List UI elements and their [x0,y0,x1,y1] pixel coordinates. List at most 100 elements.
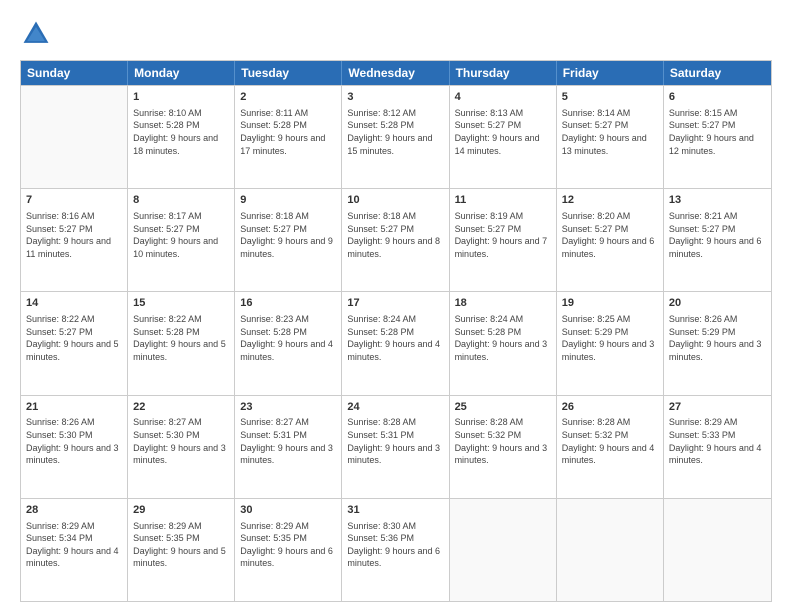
calendar-day-1: 1 Sunrise: 8:10 AM Sunset: 5:28 PM Daylig… [128,86,235,188]
day-info: Sunrise: 8:23 AM Sunset: 5:28 PM Dayligh… [240,313,336,363]
calendar-week-2: 7Sunrise: 8:16 AM Sunset: 5:27 PM Daylig… [21,188,771,291]
day-info: Sunrise: 8:10 AM Sunset: 5:28 PM Dayligh… [133,107,229,157]
day-number: 30 [240,503,336,518]
calendar-day-12: 12 Sunrise: 8:20 AM Sunset: 5:27 PM Dayli… [557,189,664,291]
day-info: Sunrise: 8:22 AM Sunset: 5:27 PM Dayligh… [26,313,122,363]
day-info: Sunrise: 8:28 AM Sunset: 5:32 PM Dayligh… [455,416,551,466]
calendar-day-28: 28 Sunrise: 8:29 AM Sunset: 5:34 PM Dayli… [21,499,128,601]
calendar-day-8: 8 Sunrise: 8:17 AM Sunset: 5:27 PM Daylig… [128,189,235,291]
day-info: Sunrise: 8:29 AM Sunset: 5:33 PM Dayligh… [669,416,766,466]
day-info: Sunrise: 8:26 AM Sunset: 5:30 PM Dayligh… [26,416,122,466]
day-number: 17 [347,296,443,311]
calendar-week-3: 14 Sunrise: 8:22 AM Sunset: 5:27 PM Dayli… [21,291,771,394]
calendar-week-1: 1 Sunrise: 8:10 AM Sunset: 5:28 PM Daylig… [21,85,771,188]
calendar-day-16: 16Sunrise: 8:23 AM Sunset: 5:28 PM Dayli… [235,292,342,394]
calendar-day-26: 26Sunrise: 8:28 AM Sunset: 5:32 PM Dayli… [557,396,664,498]
header [20,18,772,50]
calendar-day-19: 19Sunrise: 8:25 AM Sunset: 5:29 PM Dayli… [557,292,664,394]
calendar-day-11: 11 Sunrise: 8:19 AM Sunset: 5:27 PM Dayli… [450,189,557,291]
day-number: 5 [562,90,658,105]
day-info: Sunrise: 8:30 AM Sunset: 5:36 PM Dayligh… [347,520,443,570]
day-number: 18 [455,296,551,311]
day-number: 21 [26,400,122,415]
day-number: 22 [133,400,229,415]
day-number: 3 [347,90,443,105]
day-info: Sunrise: 8:22 AM Sunset: 5:28 PM Dayligh… [133,313,229,363]
day-number: 4 [455,90,551,105]
calendar-day-3: 3Sunrise: 8:12 AM Sunset: 5:28 PM Daylig… [342,86,449,188]
day-info: Sunrise: 8:29 AM Sunset: 5:35 PM Dayligh… [133,520,229,570]
day-number: 24 [347,400,443,415]
day-number: 6 [669,90,766,105]
day-info: Sunrise: 8:11 AM Sunset: 5:28 PM Dayligh… [240,107,336,157]
calendar-day-2: 2 Sunrise: 8:11 AM Sunset: 5:28 PM Daylig… [235,86,342,188]
day-number: 19 [562,296,658,311]
calendar-day-31: 31 Sunrise: 8:30 AM Sunset: 5:36 PM Dayli… [342,499,449,601]
header-day-thursday: Thursday [450,61,557,85]
logo [20,18,56,50]
calendar-day-10: 10 Sunrise: 8:18 AM Sunset: 5:27 PM Dayli… [342,189,449,291]
calendar-day-5: 5 Sunrise: 8:14 AM Sunset: 5:27 PM Daylig… [557,86,664,188]
day-info: Sunrise: 8:17 AM Sunset: 5:27 PM Dayligh… [133,210,229,260]
header-day-wednesday: Wednesday [342,61,449,85]
day-number: 2 [240,90,336,105]
calendar-day-13: 13 Sunrise: 8:21 AM Sunset: 5:27 PM Dayli… [664,189,771,291]
day-info: Sunrise: 8:28 AM Sunset: 5:32 PM Dayligh… [562,416,658,466]
calendar-day-29: 29 Sunrise: 8:29 AM Sunset: 5:35 PM Dayli… [128,499,235,601]
calendar-day-empty [557,499,664,601]
day-number: 8 [133,193,229,208]
calendar: SundayMondayTuesdayWednesdayThursdayFrid… [20,60,772,602]
calendar-day-empty [21,86,128,188]
calendar-day-empty [450,499,557,601]
calendar-day-6: 6Sunrise: 8:15 AM Sunset: 5:27 PM Daylig… [664,86,771,188]
day-number: 12 [562,193,658,208]
day-info: Sunrise: 8:19 AM Sunset: 5:27 PM Dayligh… [455,210,551,260]
calendar-day-23: 23Sunrise: 8:27 AM Sunset: 5:31 PM Dayli… [235,396,342,498]
day-info: Sunrise: 8:24 AM Sunset: 5:28 PM Dayligh… [455,313,551,363]
calendar-day-17: 17 Sunrise: 8:24 AM Sunset: 5:28 PM Dayli… [342,292,449,394]
calendar-day-15: 15 Sunrise: 8:22 AM Sunset: 5:28 PM Dayli… [128,292,235,394]
day-number: 9 [240,193,336,208]
calendar-day-empty [664,499,771,601]
day-info: Sunrise: 8:21 AM Sunset: 5:27 PM Dayligh… [669,210,766,260]
day-info: Sunrise: 8:20 AM Sunset: 5:27 PM Dayligh… [562,210,658,260]
day-info: Sunrise: 8:18 AM Sunset: 5:27 PM Dayligh… [347,210,443,260]
day-number: 23 [240,400,336,415]
header-day-monday: Monday [128,61,235,85]
calendar-day-9: 9Sunrise: 8:18 AM Sunset: 5:27 PM Daylig… [235,189,342,291]
calendar-day-24: 24Sunrise: 8:28 AM Sunset: 5:31 PM Dayli… [342,396,449,498]
day-number: 28 [26,503,122,518]
calendar-day-18: 18 Sunrise: 8:24 AM Sunset: 5:28 PM Dayli… [450,292,557,394]
day-info: Sunrise: 8:24 AM Sunset: 5:28 PM Dayligh… [347,313,443,363]
day-number: 29 [133,503,229,518]
calendar-header: SundayMondayTuesdayWednesdayThursdayFrid… [21,61,771,85]
day-info: Sunrise: 8:26 AM Sunset: 5:29 PM Dayligh… [669,313,766,363]
logo-icon [20,18,52,50]
calendar-body: 1 Sunrise: 8:10 AM Sunset: 5:28 PM Daylig… [21,85,771,601]
day-info: Sunrise: 8:14 AM Sunset: 5:27 PM Dayligh… [562,107,658,157]
calendar-day-21: 21Sunrise: 8:26 AM Sunset: 5:30 PM Dayli… [21,396,128,498]
calendar-week-5: 28 Sunrise: 8:29 AM Sunset: 5:34 PM Dayli… [21,498,771,601]
header-day-friday: Friday [557,61,664,85]
day-number: 10 [347,193,443,208]
page: SundayMondayTuesdayWednesdayThursdayFrid… [0,0,792,612]
calendar-day-25: 25Sunrise: 8:28 AM Sunset: 5:32 PM Dayli… [450,396,557,498]
day-number: 11 [455,193,551,208]
day-info: Sunrise: 8:29 AM Sunset: 5:34 PM Dayligh… [26,520,122,570]
day-number: 14 [26,296,122,311]
day-number: 27 [669,400,766,415]
day-info: Sunrise: 8:13 AM Sunset: 5:27 PM Dayligh… [455,107,551,157]
header-day-saturday: Saturday [664,61,771,85]
day-number: 1 [133,90,229,105]
day-info: Sunrise: 8:16 AM Sunset: 5:27 PM Dayligh… [26,210,122,260]
calendar-week-4: 21Sunrise: 8:26 AM Sunset: 5:30 PM Dayli… [21,395,771,498]
day-number: 13 [669,193,766,208]
day-number: 31 [347,503,443,518]
day-info: Sunrise: 8:27 AM Sunset: 5:31 PM Dayligh… [240,416,336,466]
header-day-tuesday: Tuesday [235,61,342,85]
day-info: Sunrise: 8:28 AM Sunset: 5:31 PM Dayligh… [347,416,443,466]
day-info: Sunrise: 8:27 AM Sunset: 5:30 PM Dayligh… [133,416,229,466]
day-number: 15 [133,296,229,311]
calendar-day-27: 27Sunrise: 8:29 AM Sunset: 5:33 PM Dayli… [664,396,771,498]
day-info: Sunrise: 8:29 AM Sunset: 5:35 PM Dayligh… [240,520,336,570]
